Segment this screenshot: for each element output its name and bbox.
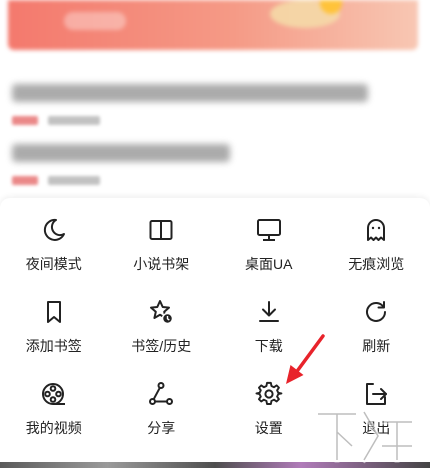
bookmark-icon [40, 298, 68, 326]
menu-item-label: 书签/历史 [131, 338, 192, 354]
menu-item-add-bookmark[interactable]: 添加书签 [0, 294, 108, 376]
menu-item-label: 分享 [147, 420, 176, 436]
menu-item-label: 下载 [254, 338, 283, 354]
star-history-icon [147, 298, 175, 326]
menu-item-bookmarks-history[interactable]: 书签/历史 [108, 294, 216, 376]
watermark-logo-icon [315, 408, 415, 464]
gear-icon [255, 380, 283, 408]
menu-item-label: 设置 [254, 420, 283, 436]
menu-item-incognito[interactable]: 无痕浏览 [323, 212, 430, 294]
blurred-meta [48, 116, 100, 125]
menu-item-label: 我的视频 [25, 420, 82, 436]
menu-item-label: 添加书签 [25, 338, 82, 354]
book-icon [147, 216, 175, 244]
blurred-headline [12, 84, 368, 102]
menu-item-label: 刷新 [362, 338, 391, 354]
menu-item-label: 小说书架 [133, 256, 190, 272]
menu-item-novel-shelf[interactable]: 小说书架 [108, 212, 216, 294]
menu-item-night-mode[interactable]: 夜间模式 [0, 212, 108, 294]
menu-item-settings[interactable]: 设置 [215, 376, 323, 458]
annotation-arrow-icon [286, 334, 325, 384]
blurred-meta [48, 176, 100, 185]
menu-item-label: 桌面UA [245, 256, 293, 272]
blurred-headline [12, 144, 230, 162]
menu-item-share[interactable]: 分享 [108, 376, 216, 458]
blurred-tag [12, 116, 38, 125]
blurred-tag [12, 176, 38, 185]
film-reel-icon [40, 380, 68, 408]
ghost-icon [362, 216, 390, 244]
background-feed [0, 0, 430, 200]
refresh-icon [362, 298, 390, 326]
menu-item-my-videos[interactable]: 我的视频 [0, 376, 108, 458]
moon-icon [40, 216, 68, 244]
monitor-icon [255, 216, 283, 244]
share-icon [147, 380, 175, 408]
menu-item-label: 无痕浏览 [348, 256, 405, 272]
menu-item-refresh[interactable]: 刷新 [323, 294, 430, 376]
banner-ad [8, 0, 418, 50]
download-icon [255, 298, 283, 326]
menu-item-label: 夜间模式 [25, 256, 82, 272]
menu-item-desktop-ua[interactable]: 桌面UA [215, 212, 323, 294]
